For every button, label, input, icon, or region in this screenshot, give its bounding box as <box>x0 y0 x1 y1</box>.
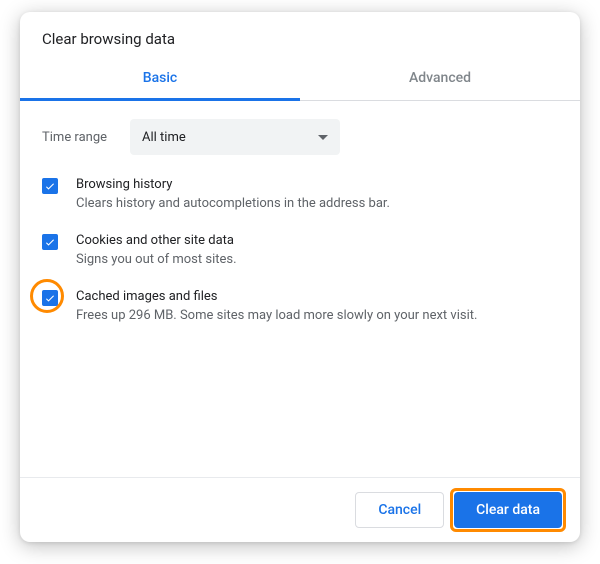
time-range-row: Time range All time <box>42 119 558 155</box>
clear-data-button-label: Clear data <box>476 502 540 518</box>
option-cached-images: Cached images and files Frees up 296 MB.… <box>42 289 558 325</box>
option-desc: Signs you out of most sites. <box>76 252 558 269</box>
checkbox-cached-images[interactable] <box>42 290 58 306</box>
tab-basic-label: Basic <box>143 70 177 86</box>
option-desc: Frees up 296 MB. Some sites may load mor… <box>76 308 558 325</box>
time-range-label: Time range <box>42 130 130 145</box>
option-desc: Clears history and autocompletions in th… <box>76 196 558 213</box>
tab-advanced[interactable]: Advanced <box>300 60 580 101</box>
option-title: Cookies and other site data <box>76 233 558 248</box>
dialog-footer: Cancel Clear data <box>20 477 580 542</box>
clear-browsing-data-dialog: Clear browsing data Basic Advanced Time … <box>20 12 580 542</box>
dialog-title: Clear browsing data <box>20 12 580 60</box>
time-range-select[interactable]: All time <box>130 119 340 155</box>
option-browsing-history: Browsing history Clears history and auto… <box>42 177 558 213</box>
checkbox-cookies[interactable] <box>42 234 58 250</box>
dropdown-arrow-icon <box>318 135 328 140</box>
option-title: Browsing history <box>76 177 558 192</box>
checkbox-browsing-history[interactable] <box>42 178 58 194</box>
check-icon <box>44 292 56 304</box>
tab-advanced-label: Advanced <box>409 70 471 86</box>
tabs: Basic Advanced <box>20 60 580 101</box>
time-range-value: All time <box>142 130 186 145</box>
cancel-button-label: Cancel <box>378 502 421 518</box>
check-icon <box>44 180 56 192</box>
check-icon <box>44 236 56 248</box>
option-title: Cached images and files <box>76 289 558 304</box>
clear-data-button[interactable]: Clear data <box>454 492 562 528</box>
cancel-button[interactable]: Cancel <box>355 492 444 528</box>
option-cookies: Cookies and other site data Signs you ou… <box>42 233 558 269</box>
dialog-body: Time range All time Browsing history Cle… <box>20 101 580 477</box>
tab-basic[interactable]: Basic <box>20 60 300 101</box>
